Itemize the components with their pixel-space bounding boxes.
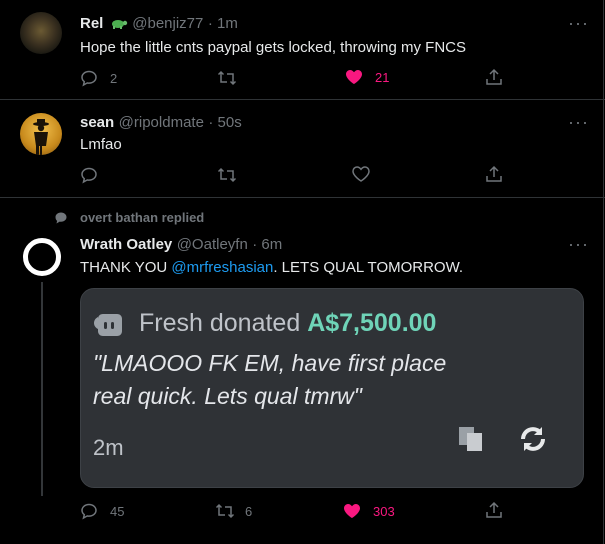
streamlabs-icon (93, 311, 125, 339)
author-handle[interactable]: @ripoldmate (119, 114, 204, 131)
right-border (603, 0, 604, 544)
share-icon (485, 68, 503, 86)
donation-time: 2m (93, 435, 124, 460)
more-icon[interactable]: ··· (568, 235, 589, 253)
divider (0, 197, 605, 198)
retweet-icon (217, 69, 237, 87)
donation-image[interactable]: Fresh donated A$7,500.00 "LMAOOO FK EM, … (80, 288, 584, 488)
author-name[interactable]: Wrath Oatley (80, 236, 172, 253)
reply-button[interactable] (80, 166, 98, 184)
donated-word: donated (209, 309, 301, 337)
donation-message-line: "LMAOOO FK EM, have first place (93, 350, 447, 376)
reply-button[interactable]: 2 (80, 69, 117, 87)
retweet-button[interactable] (217, 166, 237, 184)
share-button[interactable] (485, 165, 503, 183)
tweet-text-start: THANK YOU (80, 259, 172, 276)
share-icon (485, 501, 503, 519)
copy-icon (457, 425, 487, 453)
reply-count: 45 (110, 503, 125, 519)
retweet-icon (217, 166, 237, 184)
like-count: 21 (375, 69, 390, 85)
retweet-count: 6 (245, 503, 253, 519)
donation-header: Fresh donated A$7,500.00 (139, 309, 436, 338)
turtle-emoji-icon (110, 16, 128, 30)
donation-amount: A$7,500.00 (307, 309, 437, 337)
retweet-button[interactable] (217, 69, 237, 87)
author-handle[interactable]: @benjiz77 (132, 15, 203, 32)
author-name[interactable]: Rel (80, 15, 103, 32)
refresh-icon (517, 423, 549, 455)
reply-button[interactable]: 45 (80, 502, 124, 520)
tweet-text: Lmfao (80, 136, 122, 153)
tweet-text-end: . LETS QUAL TOMORROW. (273, 259, 464, 276)
avatar-sean[interactable] (20, 113, 62, 155)
like-icon (345, 69, 363, 85)
author-handle[interactable]: @Oatleyfn (177, 236, 248, 253)
like-icon (343, 503, 361, 519)
like-button[interactable] (352, 166, 370, 182)
tweet-time[interactable]: · 50s (208, 114, 241, 131)
reply-icon (80, 502, 98, 520)
donor-name: Fresh (139, 309, 203, 337)
mention-link[interactable]: @mrfreshasian (171, 259, 273, 276)
reply-icon (80, 69, 98, 87)
reply-context-text: overt bathan replied (80, 210, 205, 225)
reply-count: 2 (110, 70, 118, 86)
like-button[interactable]: 303 (343, 503, 395, 519)
donation-message-line: real quick. Lets qual tmrw" (93, 383, 362, 409)
tweet-text: THANK YOU @mrfreshasian. LETS QUAL TOMOR… (80, 259, 463, 276)
share-icon (485, 165, 503, 183)
avatar-wrath-oatley[interactable] (23, 238, 61, 276)
retweet-button[interactable]: 6 (215, 502, 252, 520)
more-icon[interactable]: ··· (568, 113, 589, 131)
retweet-icon (215, 502, 235, 520)
tweet-text: Hope the little cnts paypal gets locked,… (80, 39, 467, 56)
comment-bubble-icon (54, 211, 68, 225)
tweet-time[interactable]: · 6m (252, 236, 282, 253)
like-count: 303 (373, 503, 395, 519)
like-icon (352, 166, 370, 182)
share-button[interactable] (485, 501, 503, 519)
reply-context[interactable]: overt bathan replied (54, 210, 204, 225)
tweet-time[interactable]: · 1m (208, 15, 238, 32)
donation-message: "LMAOOO FK EM, have first place real qui… (93, 347, 446, 413)
like-button[interactable]: 21 (345, 69, 389, 85)
more-icon[interactable]: ··· (568, 14, 589, 32)
thread-line (41, 282, 43, 496)
avatar-rel[interactable] (20, 12, 62, 54)
divider (0, 99, 605, 100)
author-name[interactable]: sean (80, 114, 114, 131)
share-button[interactable] (485, 68, 503, 86)
reply-icon (80, 166, 98, 184)
